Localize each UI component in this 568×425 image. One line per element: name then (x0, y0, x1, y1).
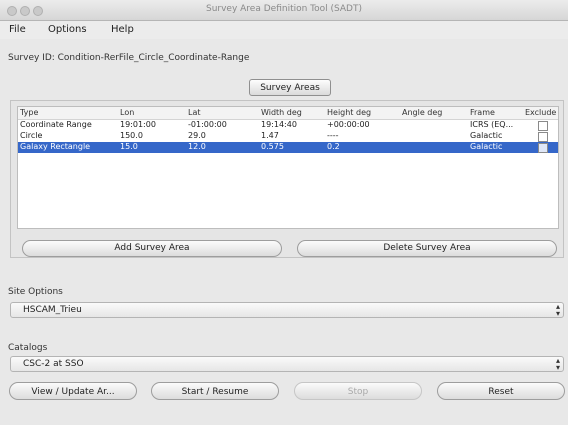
app-window: Survey Area Definition Tool (SADT) File … (0, 0, 568, 425)
header-exclude[interactable]: Exclude (525, 108, 558, 117)
header-lon[interactable]: Lon (120, 108, 180, 117)
header-lat[interactable]: Lat (188, 108, 248, 117)
cell-height: 0.2 (327, 142, 340, 151)
exclude-checkbox[interactable] (538, 143, 548, 153)
table-row[interactable]: Coordinate Range 19:01:00 -01:00:00 19:1… (18, 120, 558, 131)
catalogue-label: Catalogs (8, 343, 48, 353)
cell-lat: 29.0 (188, 131, 206, 140)
survey-areas-table: Type Lon Lat Width deg Height deg Angle … (17, 106, 559, 229)
header-type[interactable]: Type (20, 108, 110, 117)
survey-areas-button[interactable]: Survey Areas (249, 79, 331, 96)
select-arrows-icon: ▴ ▾ (555, 356, 560, 372)
cell-frame: Galactic (470, 131, 503, 140)
cell-width: 19:14:40 (261, 120, 297, 129)
cell-lat: 12.0 (188, 142, 206, 151)
menu-help[interactable]: Help (111, 24, 134, 35)
table-header: Type Lon Lat Width deg Height deg Angle … (18, 107, 558, 120)
catalogue-value: CSC-2 at SSO (23, 359, 84, 369)
cell-width: 1.47 (261, 131, 279, 140)
header-height[interactable]: Height deg (327, 108, 395, 117)
add-survey-area-button[interactable]: Add Survey Area (22, 240, 282, 257)
cell-lat: -01:00:00 (188, 120, 227, 129)
reset-button[interactable]: Reset (437, 382, 565, 400)
cell-height: ---- (327, 131, 339, 140)
start-resume-button[interactable]: Start / Resume (151, 382, 279, 400)
survey-id-label: Survey ID: Condition-RerFile_Circle_Coor… (8, 53, 250, 63)
select-arrows-icon: ▴ ▾ (555, 302, 560, 318)
header-angle[interactable]: Angle deg (402, 108, 462, 117)
instrument-label: Site Options (8, 287, 63, 297)
menu-bar: File Options Help (0, 21, 568, 39)
delete-survey-area-button[interactable]: Delete Survey Area (297, 240, 557, 257)
cell-frame: ICRS (EQ... (470, 120, 514, 129)
cell-lon: 150.0 (120, 131, 143, 140)
catalogue-select[interactable]: CSC-2 at SSO ▴ ▾ (10, 356, 564, 372)
table-row[interactable]: Circle 150.0 29.0 1.47 ---- Galactic (18, 131, 558, 142)
cell-frame: Galactic (470, 142, 503, 151)
instrument-select[interactable]: HSCAM_Trieu ▴ ▾ (10, 302, 564, 318)
stop-button[interactable]: Stop (294, 382, 422, 400)
exclude-checkbox[interactable] (538, 121, 548, 131)
header-width[interactable]: Width deg (261, 108, 321, 117)
cell-width: 0.575 (261, 142, 284, 151)
view-update-button[interactable]: View / Update Ar... (9, 382, 137, 400)
window-title: Survey Area Definition Tool (SADT) (205, 4, 362, 14)
cell-type: Coordinate Range (20, 120, 92, 129)
instrument-value: HSCAM_Trieu (23, 305, 82, 315)
exclude-checkbox[interactable] (538, 132, 548, 142)
title-bar: Survey Area Definition Tool (SADT) (0, 0, 568, 21)
header-frame[interactable]: Frame (470, 108, 520, 117)
cell-height: +00:00:00 (327, 120, 370, 129)
cell-type: Galaxy Rectangle (20, 142, 91, 151)
menu-file[interactable]: File (9, 24, 26, 35)
menu-options[interactable]: Options (48, 24, 87, 35)
table-row-selected[interactable]: Galaxy Rectangle 15.0 12.0 0.575 0.2 Gal… (18, 142, 558, 153)
cell-type: Circle (20, 131, 43, 140)
cell-lon: 15.0 (120, 142, 138, 151)
cell-lon: 19:01:00 (120, 120, 156, 129)
